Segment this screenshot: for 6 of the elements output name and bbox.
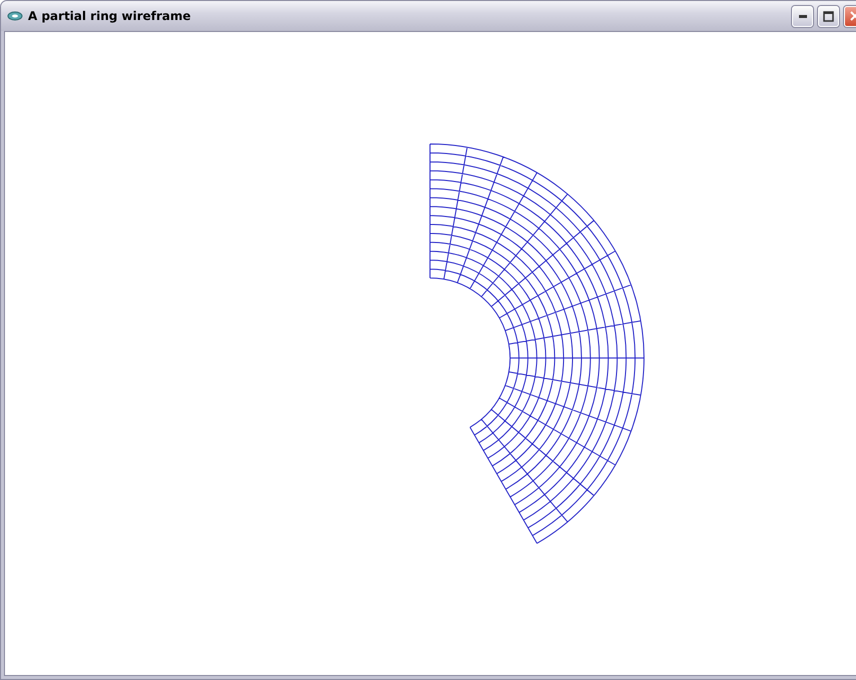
maximize-button[interactable] — [818, 6, 839, 26]
maximize-icon — [823, 10, 834, 22]
window-title: A partial ring wireframe — [28, 9, 192, 23]
minimize-icon — [798, 14, 806, 18]
minimize-button[interactable] — [792, 6, 813, 26]
app-icon — [7, 10, 23, 22]
